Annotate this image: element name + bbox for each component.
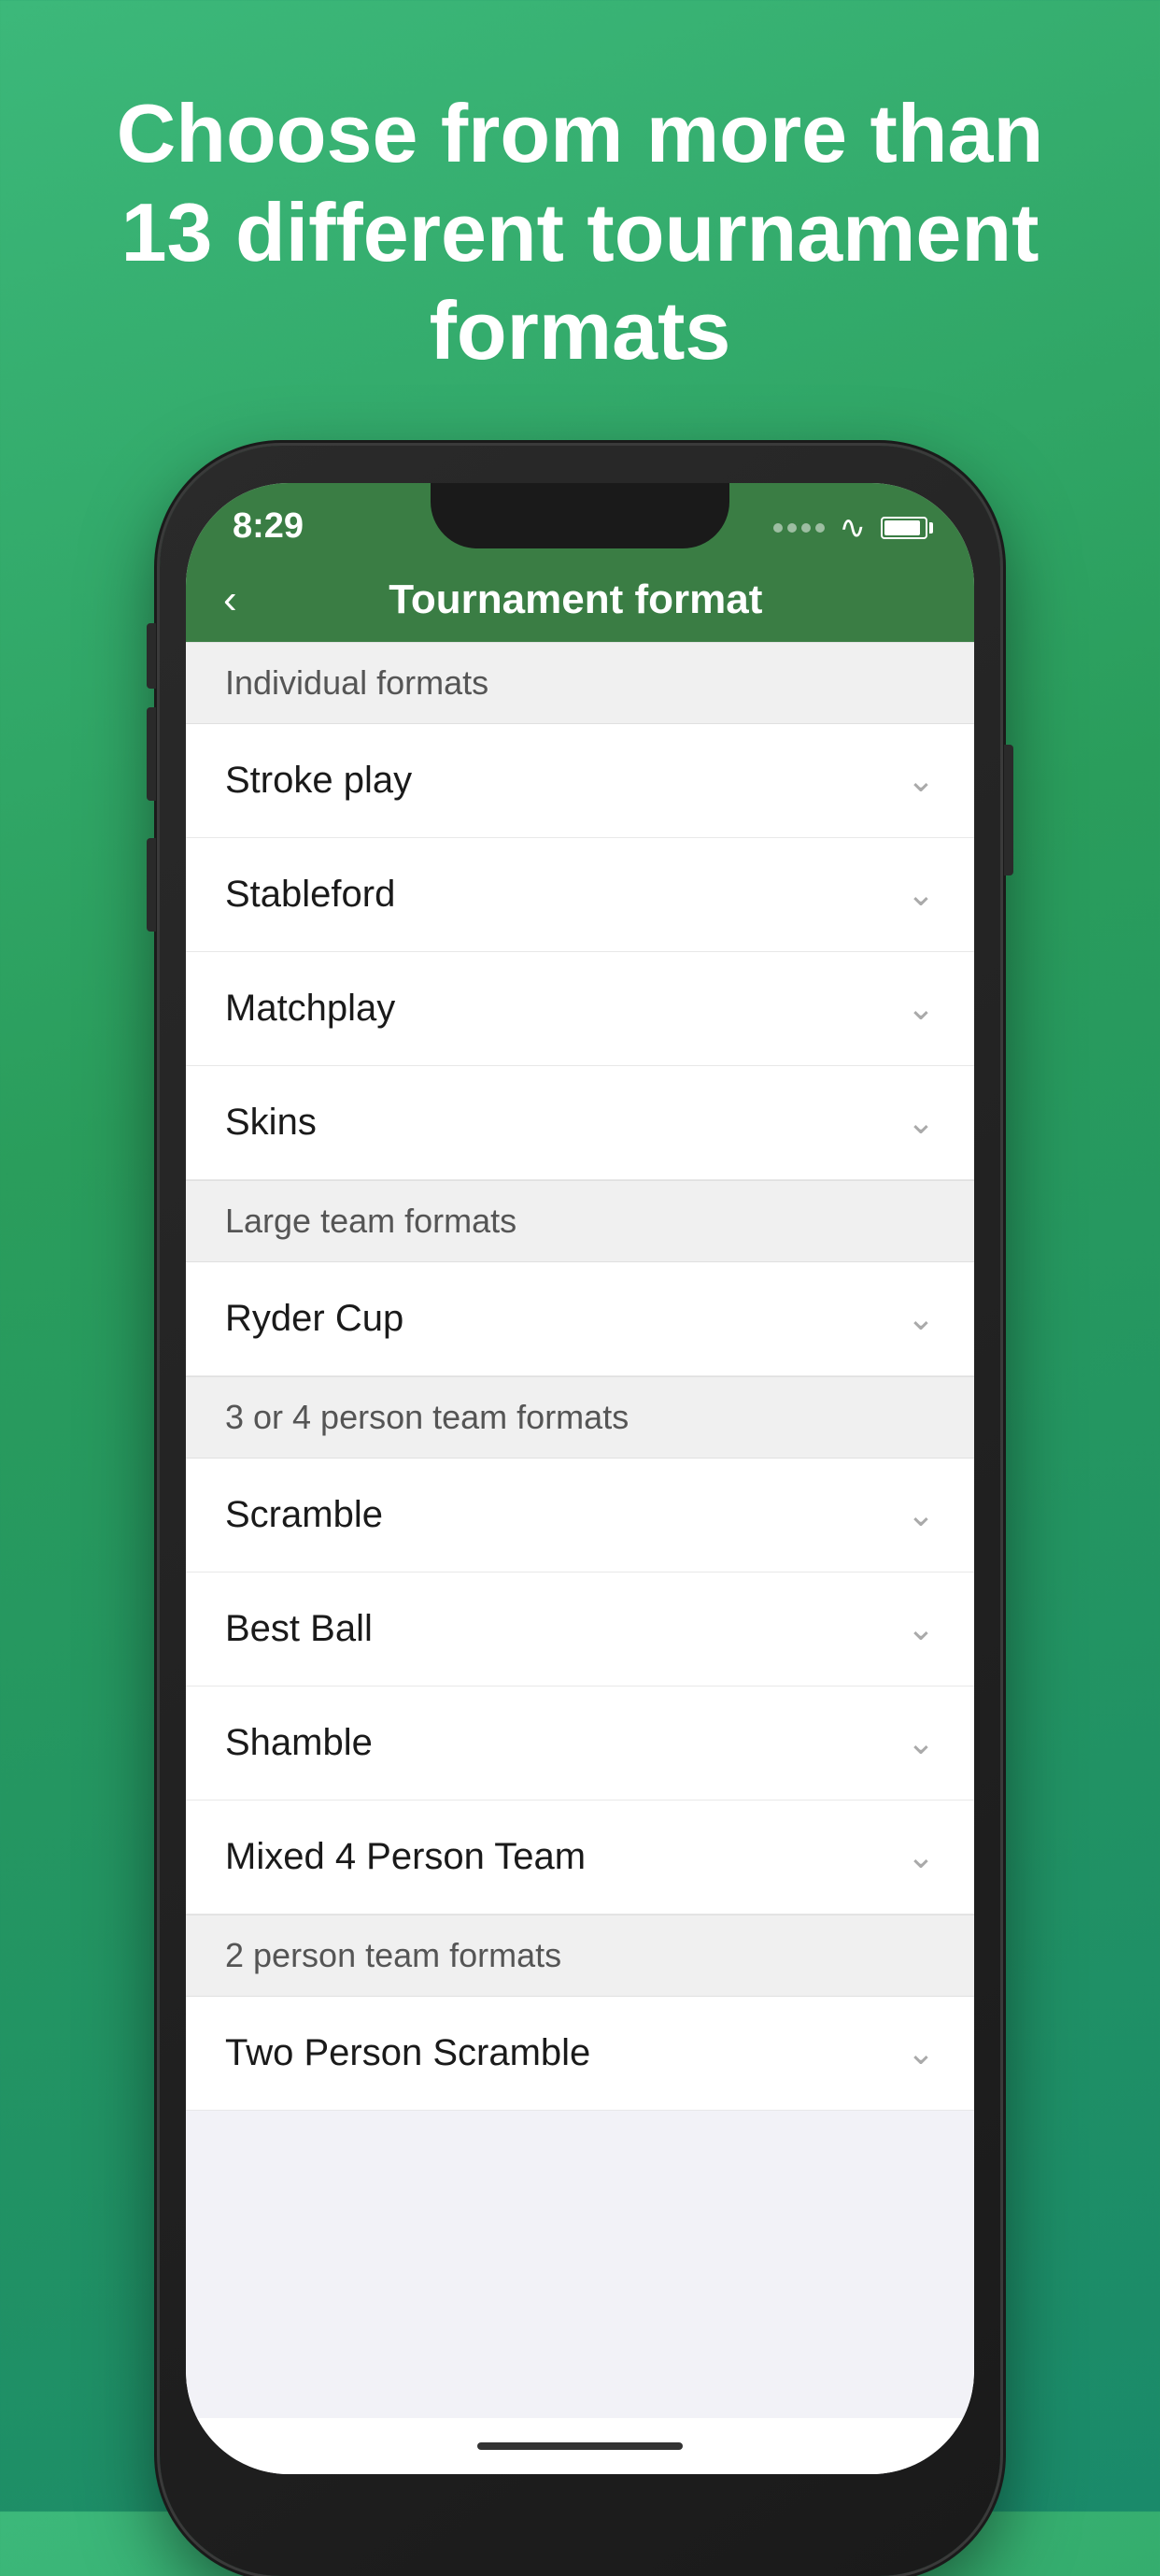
chevron-down-icon-two-person-scramble: ⌄ — [907, 2033, 935, 2072]
section-header-2-person-team-formats: 2 person team formats — [186, 1914, 974, 1997]
chevron-down-icon-scramble: ⌄ — [907, 1495, 935, 1534]
section-header-3-or-4-person-team-formats: 3 or 4 person team formats — [186, 1376, 974, 1459]
chevron-down-icon-skins: ⌄ — [907, 1103, 935, 1142]
section-header-text-3-or-4-person-team-formats: 3 or 4 person team formats — [225, 1398, 629, 1436]
list-item-best-ball[interactable]: Best Ball ⌄ — [186, 1573, 974, 1686]
signal-icon — [773, 523, 825, 533]
section-header-text-large-team-formats: Large team formats — [225, 1202, 516, 1240]
list-item-ryder-cup[interactable]: Ryder Cup ⌄ — [186, 1262, 974, 1376]
list-item-label-skins: Skins — [225, 1102, 317, 1144]
chevron-down-icon-mixed-4-person-team: ⌄ — [907, 1837, 935, 1876]
chevron-down-icon-matchplay: ⌄ — [907, 989, 935, 1028]
nav-title: Tournament format — [256, 576, 896, 623]
chevron-down-icon-stroke-play: ⌄ — [907, 761, 935, 800]
list-item-label-matchplay: Matchplay — [225, 988, 395, 1030]
status-icons: ∿ — [773, 509, 928, 547]
chevron-down-icon-best-ball: ⌄ — [907, 1609, 935, 1648]
wifi-icon: ∿ — [840, 509, 867, 547]
section-header-large-team-formats: Large team formats — [186, 1180, 974, 1262]
mute-button — [147, 623, 156, 689]
list-item-label-stableford: Stableford — [225, 874, 395, 916]
nav-bar: ‹ Tournament format — [186, 558, 974, 642]
battery-icon — [881, 517, 927, 539]
hero-title: Choose from more than 13 different tourn… — [0, 0, 1160, 446]
list-item-label-two-person-scramble: Two Person Scramble — [225, 2032, 590, 2074]
list-item-label-shamble: Shamble — [225, 1722, 373, 1764]
home-bar — [477, 2442, 683, 2450]
phone-mockup: 8:29 ∿ ‹ Tournament format Indiv — [160, 446, 1000, 2512]
list-item-label-ryder-cup: Ryder Cup — [225, 1298, 403, 1340]
list-item-label-stroke-play: Stroke play — [225, 760, 412, 802]
home-indicator — [186, 2418, 974, 2474]
content-scroll[interactable]: Individual formatsStroke play⌄Stableford… — [186, 642, 974, 2418]
list-item-two-person-scramble[interactable]: Two Person Scramble ⌄ — [186, 1997, 974, 2111]
volume-up-button — [147, 707, 156, 801]
section-header-text-individual-formats: Individual formats — [225, 663, 488, 702]
list-item-matchplay[interactable]: Matchplay ⌄ — [186, 952, 974, 1066]
list-item-skins[interactable]: Skins ⌄ — [186, 1066, 974, 1180]
volume-down-button — [147, 838, 156, 932]
section-header-individual-formats: Individual formats — [186, 642, 974, 724]
phone-screen: 8:29 ∿ ‹ Tournament format Indiv — [186, 483, 974, 2474]
list-item-label-best-ball: Best Ball — [225, 1608, 373, 1650]
list-item-mixed-4-person-team[interactable]: Mixed 4 Person Team ⌄ — [186, 1800, 974, 1914]
section-header-text-2-person-team-formats: 2 person team formats — [225, 1936, 561, 1974]
back-button[interactable]: ‹ — [223, 576, 237, 623]
list-item-label-scramble: Scramble — [225, 1494, 383, 1536]
notch — [431, 483, 729, 548]
power-button — [1004, 745, 1013, 875]
list-item-stroke-play[interactable]: Stroke play ⌄ — [186, 724, 974, 838]
list-item-label-mixed-4-person-team: Mixed 4 Person Team — [225, 1836, 586, 1878]
list-item-shamble[interactable]: Shamble ⌄ — [186, 1686, 974, 1800]
list-item-stableford[interactable]: Stableford ⌄ — [186, 838, 974, 952]
status-time: 8:29 — [233, 506, 304, 547]
chevron-down-icon-stableford: ⌄ — [907, 875, 935, 914]
chevron-down-icon-shamble: ⌄ — [907, 1723, 935, 1762]
list-item-scramble[interactable]: Scramble ⌄ — [186, 1459, 974, 1573]
chevron-down-icon-ryder-cup: ⌄ — [907, 1299, 935, 1338]
